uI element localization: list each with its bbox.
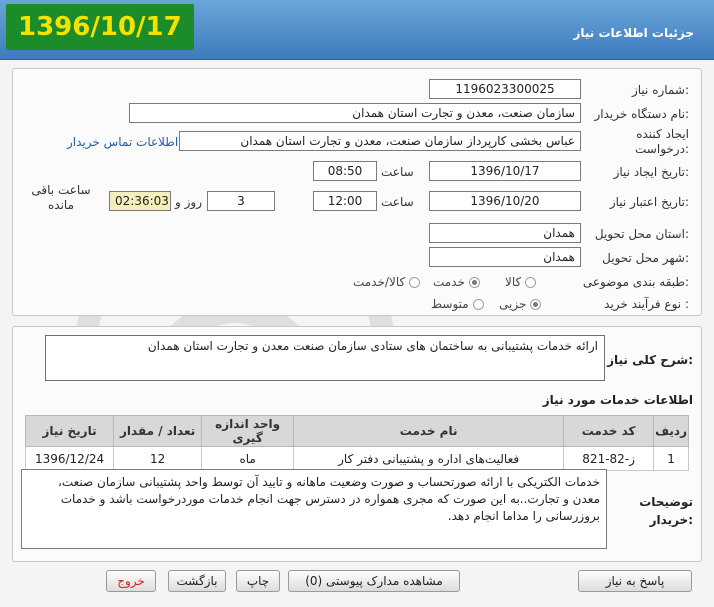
radio-icon [409, 276, 421, 288]
column-header: کد خدمت [563, 415, 655, 447]
buyer-org-label: نام دستگاه خریدار: [594, 107, 690, 121]
created-date-label: تاریخ ایجاد نیاز: [613, 165, 689, 179]
table-cell: ز-82-821 [563, 446, 655, 471]
valid-time-field: 12:00 [313, 191, 377, 211]
category-option-goods-service[interactable]: کالا/خدمت [353, 275, 421, 289]
view-attachments-button[interactable]: مشاهده مدارک پیوستی (0) [288, 570, 460, 592]
header-date-badge: 1396/10/17 [6, 4, 194, 50]
province-label: استان محل تحویل: [594, 227, 689, 241]
purchase-option-medium[interactable]: متوسط [431, 297, 484, 311]
creator-label: ایجاد کننده درخواست: [635, 127, 689, 156]
valid-date-label: تاریخ اعتبار نیاز: [609, 195, 689, 209]
buyer-notes-label: توضیحات خریدار: [639, 495, 693, 527]
column-header: تعداد / مقدار [113, 415, 203, 447]
created-time-label: ساعت [381, 165, 414, 179]
radio-icon [472, 298, 484, 310]
description-field: ارائه خدمات پشتیبانی به ساختمان های ستاد… [45, 335, 605, 381]
province-field: همدان [429, 223, 581, 243]
need-info-panel: شماره نیاز: 1196023300025 نام دستگاه خری… [12, 68, 702, 316]
creator-field: عباس بخشی کارپرداز سازمان صنعت، معدن و ت… [179, 131, 581, 151]
radio-icon [525, 276, 537, 288]
print-button[interactable]: چاپ [236, 570, 280, 592]
created-date-field: 1396/10/17 [429, 161, 581, 181]
services-heading: اطلاعات خدمات مورد نیاز [542, 393, 693, 407]
remaining-days-field: 3 [207, 191, 275, 211]
created-time-field: 08:50 [313, 161, 377, 181]
need-number-field: 1196023300025 [429, 79, 581, 99]
remaining-label: ساعت باقی مانده [31, 183, 91, 212]
reply-button[interactable]: پاسخ به نیاز [578, 570, 692, 592]
category-option-goods[interactable]: کالا [505, 275, 537, 289]
category-option-service[interactable]: خدمت [433, 275, 480, 289]
back-button[interactable]: بازگشت [168, 570, 226, 592]
buyer-org-field: سازمان صنعت، معدن و تجارت استان همدان [129, 103, 581, 123]
city-field: همدان [429, 247, 581, 267]
column-header: نام خدمت [293, 415, 565, 447]
purchase-type-label: نوع فرآیند خرید : [604, 297, 689, 311]
need-details-panel: شرح کلی نیاز: ارائه خدمات پشتیبانی به سا… [12, 326, 702, 562]
purchase-option-minor[interactable]: جزیی [499, 297, 542, 311]
column-header: ردیف [653, 415, 689, 447]
valid-date-field: 1396/10/20 [429, 191, 581, 211]
column-header: واحد اندازه گیری [201, 415, 295, 447]
buyer-notes-field: خدمات الکتریکی با ارائه صورتحساب و صورت … [21, 469, 607, 549]
table-cell: 1 [653, 446, 689, 471]
page-header: 1396/10/17 جزئیات اطلاعات نیاز [0, 0, 714, 60]
radio-selected-icon [530, 298, 542, 310]
services-table: ردیف کد خدمت نام خدمت واحد اندازه گیری ت… [24, 415, 689, 471]
table-row: 1 ز-82-821 فعالیت‌های اداره و پشتیبانی د… [24, 446, 689, 471]
radio-selected-icon [468, 276, 480, 288]
valid-time-label: ساعت [381, 195, 414, 209]
buyer-contact-link[interactable]: اطلاعات تماس خریدار [67, 135, 178, 149]
page-title: جزئیات اطلاعات نیاز [573, 26, 694, 40]
table-cell: 12 [113, 446, 203, 471]
table-cell: فعالیت‌های اداره و پشتیبانی دفتر کار [293, 446, 565, 471]
exit-button[interactable]: خروج [106, 570, 156, 592]
table-cell: 1396/12/24 [24, 446, 115, 471]
table-cell: ماه [201, 446, 295, 471]
description-label: شرح کلی نیاز: [607, 353, 693, 367]
remaining-time-field: 02:36:03 [109, 191, 171, 211]
column-header: تاریخ نیاز [24, 415, 115, 447]
need-number-label: شماره نیاز: [631, 83, 689, 97]
category-label: طبقه بندی موضوعی: [582, 275, 689, 289]
city-label: شهر محل تحویل: [602, 251, 689, 265]
day-and-label: روز و [175, 195, 202, 209]
